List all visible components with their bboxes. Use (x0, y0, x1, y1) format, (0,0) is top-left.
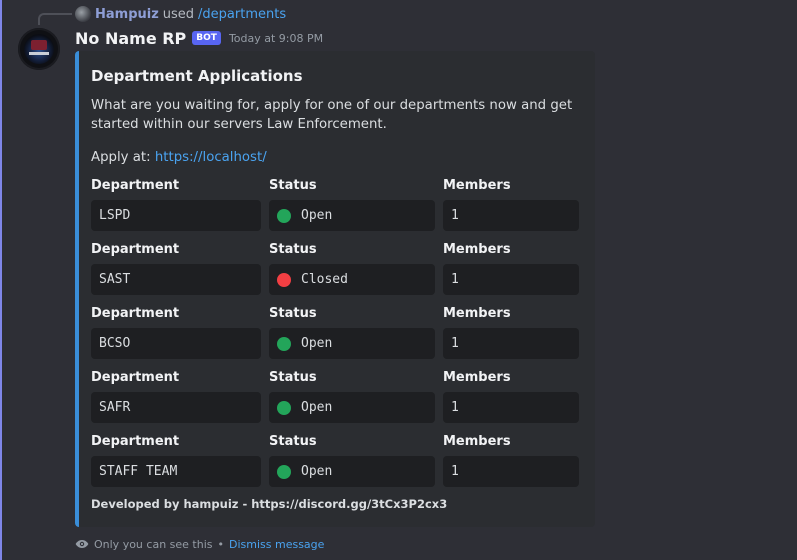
message-header: No Name RP BOT Today at 9:08 PM (75, 27, 323, 49)
field-value-department: SAFR (91, 392, 261, 423)
field-value-members: 1 (443, 264, 579, 295)
field-name-department: Department (91, 434, 180, 449)
dismiss-message-link[interactable]: Dismiss message (229, 538, 324, 551)
field-name-status: Status (269, 370, 317, 385)
ephemeral-separator: • (217, 537, 225, 551)
reply-connector-line (38, 13, 72, 25)
eye-icon (75, 540, 89, 548)
ephemeral-notice: Only you can see this • Dismiss message (75, 536, 324, 552)
field-value-department: SAST (91, 264, 261, 295)
status-text: Open (301, 208, 333, 223)
field-value-department: LSPD (91, 200, 261, 231)
field-value-department: STAFF TEAM (91, 456, 261, 487)
apply-link[interactable]: https://localhost/ (155, 150, 267, 165)
field-name-members: Members (443, 370, 511, 385)
apply-label: Apply at: (91, 150, 151, 165)
field-value-status: Open (269, 456, 435, 487)
embed-description: What are you waiting for, apply for one … (91, 98, 573, 132)
status-dot-icon (277, 336, 291, 351)
avatar-logo-stripe (29, 52, 49, 55)
status-text: Open (301, 336, 333, 351)
author-username[interactable]: No Name RP (75, 29, 186, 48)
status-dot-icon (277, 208, 291, 223)
bot-avatar[interactable] (18, 28, 60, 70)
field-name-members: Members (443, 306, 511, 321)
field-value-members: 1 (443, 392, 579, 423)
field-name-status: Status (269, 242, 317, 257)
embed-footer: Developed by hampuiz - https://discord.g… (91, 497, 448, 511)
message-timestamp[interactable]: Today at 9:08 PM (229, 32, 323, 45)
field-value-members: 1 (443, 200, 579, 231)
status-text: Open (301, 400, 333, 415)
field-name-status: Status (269, 434, 317, 449)
field-value-members: 1 (443, 456, 579, 487)
embed-apply-line: Apply at: https://localhost/ (91, 150, 267, 165)
field-name-department: Department (91, 242, 180, 257)
reply-user-avatar[interactable] (75, 6, 91, 22)
command-reply-context[interactable]: Hampuiz used /departments (75, 5, 286, 23)
status-dot-icon (277, 400, 291, 415)
field-name-members: Members (443, 242, 511, 257)
embed-accent-bar (75, 51, 79, 527)
field-value-status: Open (269, 392, 435, 423)
field-value-status: Open (269, 328, 435, 359)
reply-username[interactable]: Hampuiz (95, 7, 159, 22)
field-name-members: Members (443, 178, 511, 193)
reply-used-text: used (162, 6, 195, 22)
status-dot-icon (277, 464, 291, 479)
embed-title: Department Applications (91, 67, 303, 85)
field-name-department: Department (91, 178, 180, 193)
status-text: Closed (301, 272, 348, 287)
reply-command[interactable]: /departments (198, 7, 286, 22)
status-text: Open (301, 464, 333, 479)
avatar-logo-banner (31, 40, 47, 50)
field-name-status: Status (269, 306, 317, 321)
field-value-members: 1 (443, 328, 579, 359)
ephemeral-note: Only you can see this (94, 537, 213, 551)
field-value-status: Closed (269, 264, 435, 295)
field-value-status: Open (269, 200, 435, 231)
mention-highlight-bar (0, 0, 2, 560)
field-value-department: BCSO (91, 328, 261, 359)
status-dot-icon (277, 272, 291, 287)
embed-card: Department Applications What are you wai… (75, 51, 595, 527)
field-name-members: Members (443, 434, 511, 449)
field-name-status: Status (269, 178, 317, 193)
field-name-department: Department (91, 306, 180, 321)
field-name-department: Department (91, 370, 180, 385)
bot-badge: BOT (192, 31, 221, 45)
